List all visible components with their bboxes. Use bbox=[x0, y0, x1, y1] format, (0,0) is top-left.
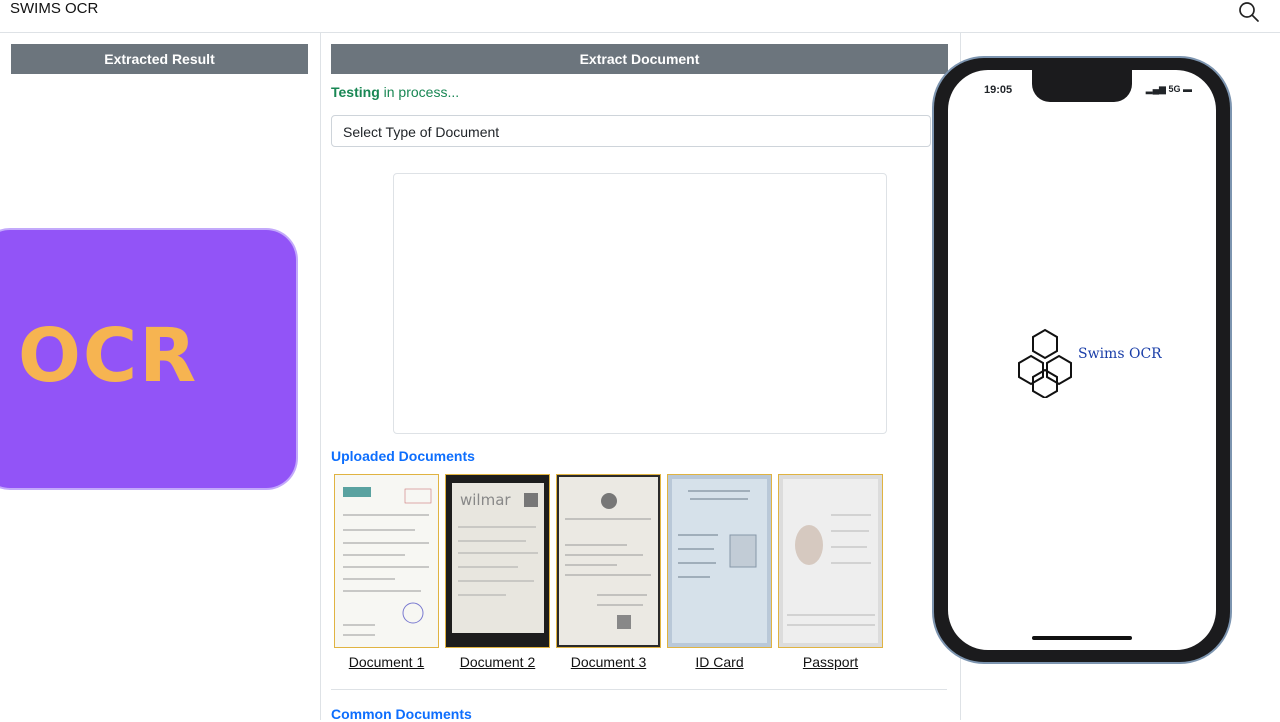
extracted-result-header: Extracted Result bbox=[11, 44, 308, 74]
phone-time: 19:05 bbox=[984, 84, 1013, 96]
passport-thumbnail[interactable] bbox=[778, 474, 883, 648]
status-message: in process... bbox=[379, 84, 460, 100]
document-link[interactable]: Document 3 bbox=[556, 654, 661, 670]
document-thumbnail[interactable] bbox=[556, 474, 661, 648]
uploaded-documents-title: Uploaded Documents bbox=[331, 448, 475, 464]
document-type-select[interactable]: Select Type of Document bbox=[331, 115, 931, 147]
uploaded-documents-list: wilmar Document 1 Document 2 Document 3 … bbox=[334, 474, 894, 694]
status-text: Testing in process... bbox=[331, 84, 459, 100]
svg-text:wilmar: wilmar bbox=[460, 491, 511, 509]
document-link[interactable]: Document 1 bbox=[334, 654, 439, 670]
battery-icon: ▬ bbox=[1183, 84, 1192, 94]
id-card-thumbnail[interactable] bbox=[667, 474, 772, 648]
home-indicator bbox=[1032, 636, 1132, 640]
phone-notch bbox=[1032, 70, 1132, 102]
search-icon[interactable] bbox=[1236, 0, 1262, 24]
document-thumbnail[interactable]: wilmar bbox=[445, 474, 550, 648]
top-bar: SWIMS OCR bbox=[0, 0, 1280, 22]
phone-screen: 19:05 ▂▄▆ 5G ▬ Swims OCR bbox=[948, 70, 1216, 650]
network-label: 5G bbox=[1168, 84, 1181, 94]
extract-document-header: Extract Document bbox=[331, 44, 948, 74]
document-link[interactable]: Document 2 bbox=[445, 654, 550, 670]
document-thumbnail[interactable] bbox=[334, 474, 439, 648]
app-name: Swims OCR bbox=[1078, 346, 1162, 362]
passport-link[interactable]: Passport bbox=[778, 654, 883, 670]
status-label: Testing bbox=[331, 84, 380, 100]
extract-document-panel: Extract Document Testing in process... S… bbox=[320, 33, 961, 722]
app-title: SWIMS OCR bbox=[10, 0, 99, 17]
document-preview bbox=[393, 173, 887, 434]
section-divider bbox=[331, 689, 947, 690]
signal-icon: ▂▄▆ 5G ▬ bbox=[1145, 84, 1192, 94]
ocr-logo-card: OCR bbox=[0, 230, 296, 488]
phone-mockup: 19:05 ▂▄▆ 5G ▬ Swims OCR bbox=[934, 58, 1230, 662]
app-cubes-icon bbox=[1012, 326, 1078, 400]
id-card-link[interactable]: ID Card bbox=[667, 654, 772, 670]
ocr-logo-text: OCR bbox=[18, 313, 199, 399]
